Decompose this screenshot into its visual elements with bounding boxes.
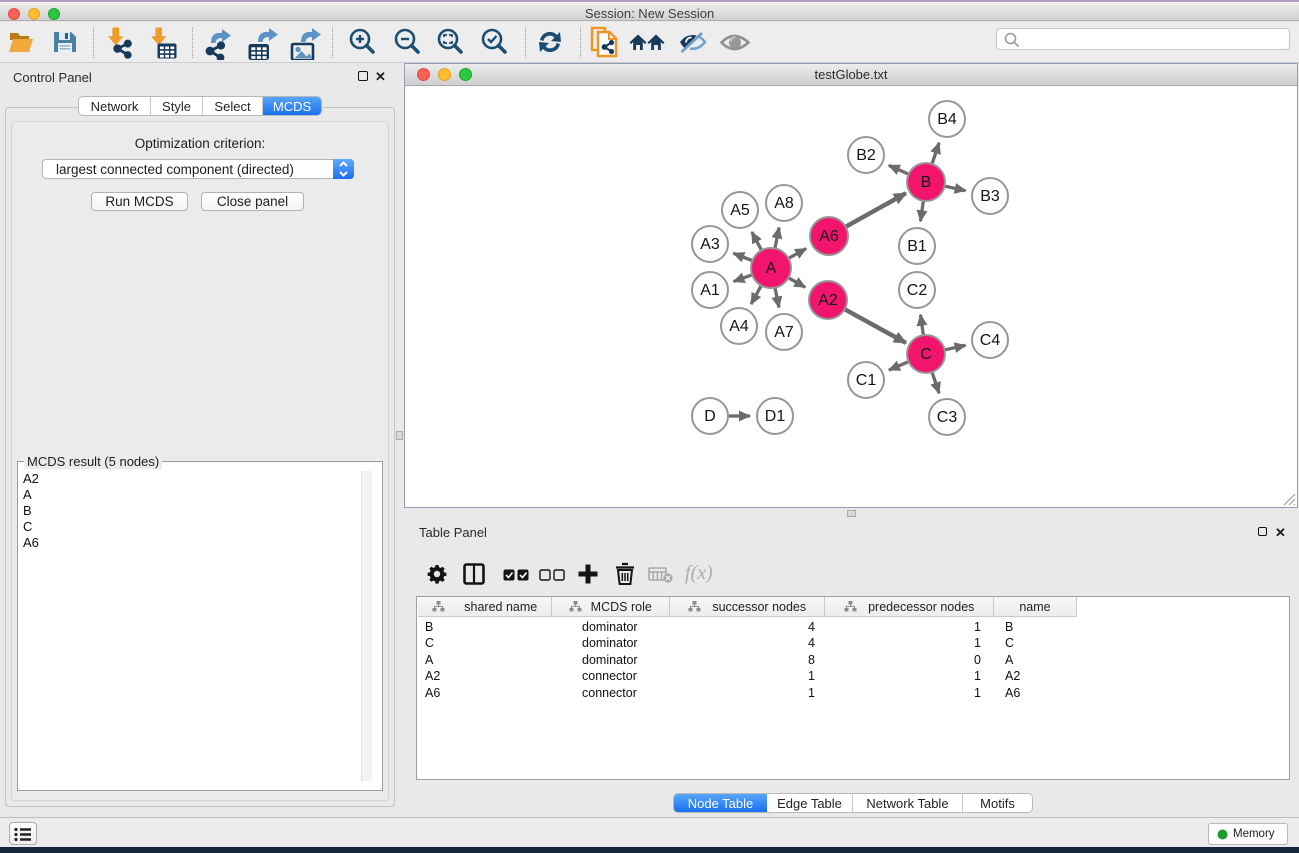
svg-text:C1: C1 (856, 372, 877, 389)
svg-text:A5: A5 (730, 202, 750, 219)
svg-text:B3: B3 (980, 188, 1000, 205)
svg-text:A2: A2 (818, 292, 838, 309)
svg-text:A6: A6 (819, 228, 839, 245)
svg-text:A8: A8 (774, 195, 794, 212)
svg-text:A7: A7 (774, 324, 794, 341)
svg-text:C: C (920, 346, 932, 363)
svg-text:D1: D1 (765, 408, 786, 425)
svg-text:C4: C4 (980, 332, 1001, 349)
svg-text:B: B (921, 174, 932, 191)
svg-text:A1: A1 (700, 282, 720, 299)
svg-text:C3: C3 (937, 409, 958, 426)
svg-text:A4: A4 (729, 318, 749, 335)
svg-text:D: D (704, 408, 716, 425)
svg-text:C2: C2 (907, 282, 928, 299)
svg-text:B1: B1 (907, 238, 927, 255)
svg-text:A: A (766, 260, 777, 277)
svg-text:B2: B2 (856, 147, 876, 164)
svg-text:A3: A3 (700, 236, 720, 253)
svg-text:B4: B4 (937, 111, 957, 128)
